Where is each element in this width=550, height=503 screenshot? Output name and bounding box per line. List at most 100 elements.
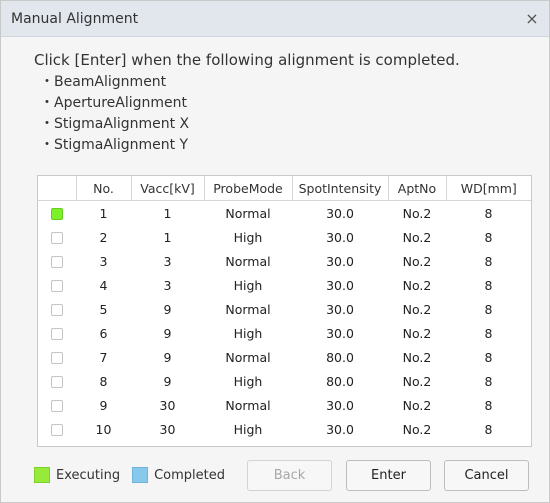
cell-vacc: 1 [163,205,172,221]
cell-wd: 8 [484,253,493,269]
cell-apt-no: No.2 [402,373,432,389]
cell-vacc: 9 [163,349,172,365]
column-header-apt-no[interactable]: AptNo [388,176,447,201]
cell-wd: 8 [484,349,493,365]
column-header-spot-intensity[interactable]: SpotIntensity [292,176,389,201]
enter-button[interactable]: Enter [346,460,431,491]
alignment-table: No. Vacc[kV] ProbeMode SpotIntensity Apt… [37,175,532,447]
cell-wd: 8 [484,205,493,221]
table-row[interactable]: 6 9 High 30.0 No.2 8 [38,321,531,345]
instruction-text: Click [Enter] when the following alignme… [34,51,460,69]
cell-spot-intensity: 30.0 [326,325,354,341]
cell-spot-intensity: 30.0 [326,205,354,221]
cell-spot-intensity: 30.0 [326,277,354,293]
status-checkbox [51,328,63,340]
cell-status [38,225,76,249]
cell-probe-mode: High [233,277,263,293]
cell-probe-mode: Normal [225,397,271,413]
cell-no: 8 [99,373,108,389]
cell-probe-mode: High [233,229,263,245]
cell-probe-mode: High [233,421,263,437]
cell-vacc: 9 [163,325,172,341]
cell-spot-intensity: 30.0 [326,421,354,437]
table-row[interactable]: 8 9 High 80.0 No.2 8 [38,369,531,393]
cell-apt-no: No.2 [402,397,432,413]
cell-probe-mode: Normal [225,205,271,221]
status-checkbox [51,424,63,436]
cell-vacc: 1 [163,229,172,245]
table-row[interactable]: 2 1 High 30.0 No.2 8 [38,225,531,249]
step-item: ・StigmaAlignment X [40,116,190,132]
cell-wd: 8 [484,277,493,293]
back-button[interactable]: Back [247,460,332,491]
cell-status [38,201,76,226]
cell-status [38,273,76,297]
cell-status [38,345,76,369]
cell-status [38,321,76,345]
column-header-probe-mode[interactable]: ProbeMode [204,176,293,201]
cell-probe-mode: Normal [225,253,271,269]
cell-probe-mode: High [233,325,263,341]
cell-spot-intensity: 80.0 [326,349,354,365]
cell-no: 9 [99,397,108,413]
cell-spot-intensity: 30.0 [326,253,354,269]
cell-spot-intensity: 30.0 [326,229,354,245]
cell-probe-mode: Normal [225,301,271,317]
cell-no: 1 [99,205,108,221]
cell-vacc: 30 [159,397,176,413]
cell-vacc: 3 [163,277,172,293]
table-header-row: No. Vacc[kV] ProbeMode SpotIntensity Apt… [38,176,531,201]
cell-no: 4 [99,277,108,293]
legend-executing: Executing [34,467,120,483]
cell-status [38,249,76,273]
cell-apt-no: No.2 [402,253,432,269]
cell-apt-no: No.2 [402,205,432,221]
status-checkbox [51,208,63,220]
cell-vacc: 9 [163,373,172,389]
cell-probe-mode: High [233,373,263,389]
cell-spot-intensity: 80.0 [326,373,354,389]
table-row[interactable]: 7 9 Normal 80.0 No.2 8 [38,345,531,369]
status-checkbox [51,280,63,292]
close-icon[interactable]: × [521,8,543,30]
cell-wd: 8 [484,397,493,413]
column-header-vacc[interactable]: Vacc[kV] [131,176,205,201]
status-checkbox [51,232,63,244]
cell-apt-no: No.2 [402,421,432,437]
cell-no: 6 [99,325,108,341]
completed-swatch [132,467,149,483]
table-row[interactable]: 1 1 Normal 30.0 No.2 8 [38,201,531,226]
cell-no: 7 [99,349,108,365]
column-header-wd[interactable]: WD[mm] [446,176,531,201]
cell-apt-no: No.2 [402,229,432,245]
step-item: ・ApertureAlignment [40,95,187,111]
alignment-steps-list: ・BeamAlignment ・ApertureAlignment ・Stigm… [34,72,549,156]
cancel-button[interactable]: Cancel [444,460,529,491]
table-row[interactable]: 10 30 High 30.0 No.2 8 [38,417,531,441]
column-header-status [38,176,77,201]
cell-vacc: 9 [163,301,172,317]
cell-spot-intensity: 30.0 [326,397,354,413]
cell-no: 10 [95,421,112,437]
cell-apt-no: No.2 [402,301,432,317]
status-checkbox [51,352,63,364]
status-checkbox [51,376,63,388]
dialog-content: Click [Enter] when the following alignme… [1,37,549,156]
cell-no: 5 [99,301,108,317]
cell-no: 2 [99,229,108,245]
cell-wd: 8 [484,373,493,389]
table-row[interactable]: 4 3 High 30.0 No.2 8 [38,273,531,297]
cell-apt-no: No.2 [402,349,432,365]
legend-completed-label: Completed [154,467,225,483]
column-header-no[interactable]: No. [76,176,132,201]
cell-probe-mode: Normal [225,349,271,365]
status-checkbox [51,400,63,412]
table-row[interactable]: 3 3 Normal 30.0 No.2 8 [38,249,531,273]
title-bar: Manual Alignment × [1,1,549,37]
cell-vacc: 30 [159,421,176,437]
cell-status [38,369,76,393]
step-item: ・StigmaAlignment Y [40,137,189,153]
table-row[interactable]: 5 9 Normal 30.0 No.2 8 [38,297,531,321]
table-row[interactable]: 9 30 Normal 30.0 No.2 8 [38,393,531,417]
cell-no: 3 [99,253,108,269]
